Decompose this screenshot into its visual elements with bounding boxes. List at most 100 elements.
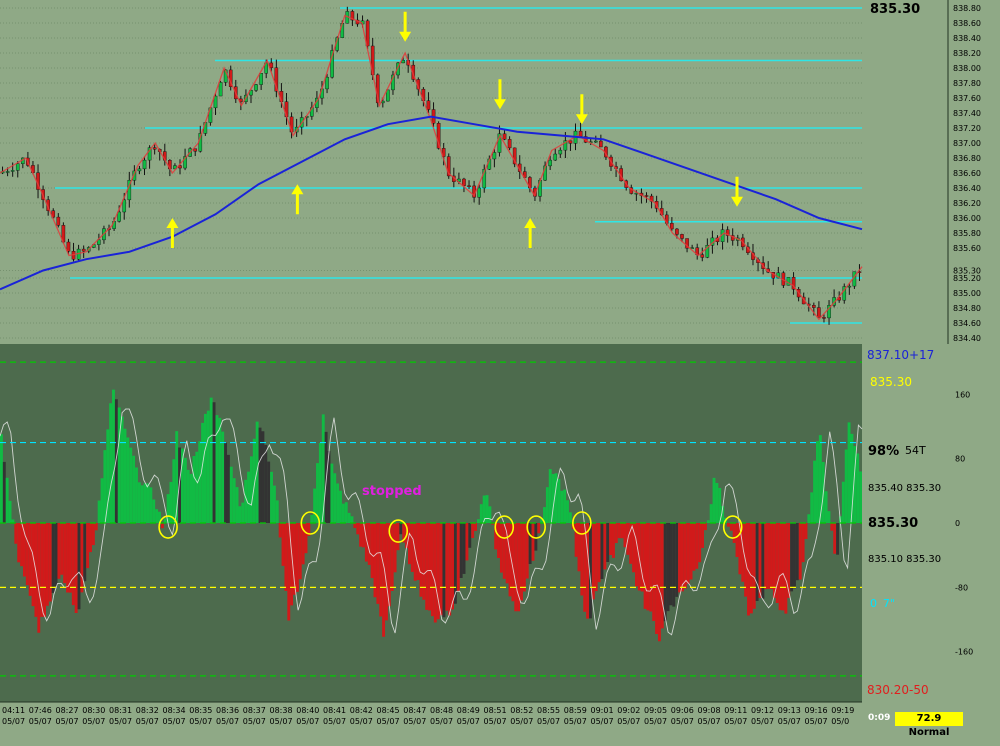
time-tick-label: 08:55 [537, 706, 560, 715]
candle-body [675, 228, 679, 235]
candle-body [218, 82, 223, 97]
pair-bottom-label: 835.10 835.30 [868, 554, 941, 565]
candle-body [507, 139, 512, 149]
candle-body [152, 147, 157, 150]
date-tick-label: 05/07 [296, 717, 319, 726]
price-tick-label: 835.60 [953, 244, 981, 253]
time-tick-label: 08:45 [377, 706, 400, 715]
candle-body [259, 73, 263, 85]
price-tick-label: 835.20 [953, 274, 981, 283]
date-tick-label: 05/07 [724, 717, 747, 726]
date-tick-label: 05/07 [564, 717, 587, 726]
candle-body [254, 84, 258, 91]
top-yellow-label: 835.30 [870, 375, 912, 389]
candle-body [670, 223, 674, 230]
candle-body [502, 133, 507, 140]
oscillator-tick-label: 0 [955, 519, 960, 528]
candle-body [599, 140, 603, 148]
date-tick-label: 05/07 [270, 717, 293, 726]
oscillator-tick-label: -160 [955, 648, 973, 657]
candle-body [593, 140, 598, 143]
date-tick-label: 05/07 [136, 717, 159, 726]
price-tick-label: 837.80 [953, 79, 981, 88]
time-tick-label: 09:19 [831, 706, 854, 715]
date-tick-label: 05/07 [377, 717, 400, 726]
time-tick-label: 04:11 [2, 706, 25, 715]
date-tick-label: 05/07 [805, 717, 828, 726]
time-tick-label: 09:16 [805, 706, 828, 715]
time-tick-label: 08:30 [82, 706, 105, 715]
date-tick-label: 05/07 [403, 717, 426, 726]
last-price-label: 835.30 [870, 2, 920, 17]
price-tick-label: 835.80 [953, 229, 981, 238]
date-tick-label: 05/07 [243, 717, 266, 726]
time-axis: 04:1105/0707:4605/0708:2705/0708:3005/07… [0, 701, 862, 742]
candle-body [56, 216, 61, 226]
date-tick-label: 05/07 [163, 717, 186, 726]
time-tick-label: 09:11 [724, 706, 747, 715]
candle-body [269, 62, 274, 68]
time-tick-label: 09:01 [591, 706, 614, 715]
date-tick-label: 05/07 [671, 717, 694, 726]
top-blue-label: 837.10+17 [867, 348, 934, 362]
date-tick-label: 05/07 [751, 717, 774, 726]
price-tick-label: 837.60 [953, 94, 981, 103]
time-tick-label: 08:49 [457, 706, 480, 715]
date-tick-label: 05/07 [644, 717, 667, 726]
price-panel-background [0, 0, 1000, 344]
time-tick-label: 08:27 [56, 706, 79, 715]
price-panel: 838.80 838.60 838.40 838.20 838.00 837.80 837.… [0, 0, 1000, 344]
price-tick-label: 837.40 [953, 109, 981, 118]
oscillator-tick-label: 80 [955, 455, 965, 464]
candle-body [812, 305, 816, 308]
candle-body [325, 76, 329, 90]
date-tick-label: 05/07 [457, 717, 480, 726]
candle-body [66, 241, 71, 252]
date-tick-label: 05/07 [216, 717, 239, 726]
candle-body [492, 152, 497, 160]
center-value-label: 835.30 [868, 516, 918, 531]
price-tick-label: 838.60 [953, 19, 981, 28]
date-tick-label: 05/07 [350, 717, 373, 726]
date-tick-label: 05/07 [323, 717, 346, 726]
price-tick-label: 838.40 [953, 34, 981, 43]
date-tick-label: 05/07 [29, 717, 52, 726]
date-tick-label: 05/07 [537, 717, 560, 726]
price-tick-label: 836.00 [953, 214, 981, 223]
percent-label: 98% [868, 444, 899, 459]
time-tick-label: 08:32 [136, 706, 159, 715]
time-tick-label: 09:06 [671, 706, 694, 715]
time-tick-label: 07:46 [29, 706, 52, 715]
candle-body [462, 178, 466, 186]
date-tick-label: 05/07 [82, 717, 105, 726]
time-tick-label: 09:08 [698, 706, 721, 715]
time-tick-label: 09:13 [778, 706, 801, 715]
price-tick-label: 836.20 [953, 199, 981, 208]
stopped-annotation: stopped [362, 484, 422, 499]
candle-body [578, 130, 583, 137]
chart-canvas: 838.80 838.60 838.40 838.20 838.00 837.80 837.… [0, 0, 1000, 742]
low-right-label: 7" [883, 597, 895, 610]
time-tick-label: 08:48 [430, 706, 453, 715]
time-tick-label: 09:12 [751, 706, 774, 715]
price-tick-label: 835.00 [953, 289, 981, 298]
candle-body [122, 199, 127, 213]
price-tick-label: 834.60 [953, 319, 981, 328]
time-tick-label: 08:47 [403, 706, 426, 715]
price-tick-label: 838.00 [953, 64, 981, 73]
date-tick-label: 05/07 [56, 717, 79, 726]
tick-count-label: 54T [905, 444, 926, 457]
time-tick-label: 08:34 [163, 706, 186, 715]
oscillator-tick-label: 160 [955, 390, 970, 399]
candle-body [553, 153, 558, 161]
date-tick-label: 05/07 [698, 717, 721, 726]
date-tick-label: 05/07 [109, 717, 132, 726]
candle-body [117, 211, 121, 222]
candle-body [142, 159, 147, 170]
time-tick-label: 08:37 [243, 706, 266, 715]
date-tick-label: 05/07 [617, 717, 640, 726]
price-tick-label: 834.80 [953, 304, 981, 313]
date-tick-label: 05/07 [484, 717, 507, 726]
time-tick-label: 09:02 [617, 706, 640, 715]
price-tick-label: 836.80 [953, 154, 981, 163]
